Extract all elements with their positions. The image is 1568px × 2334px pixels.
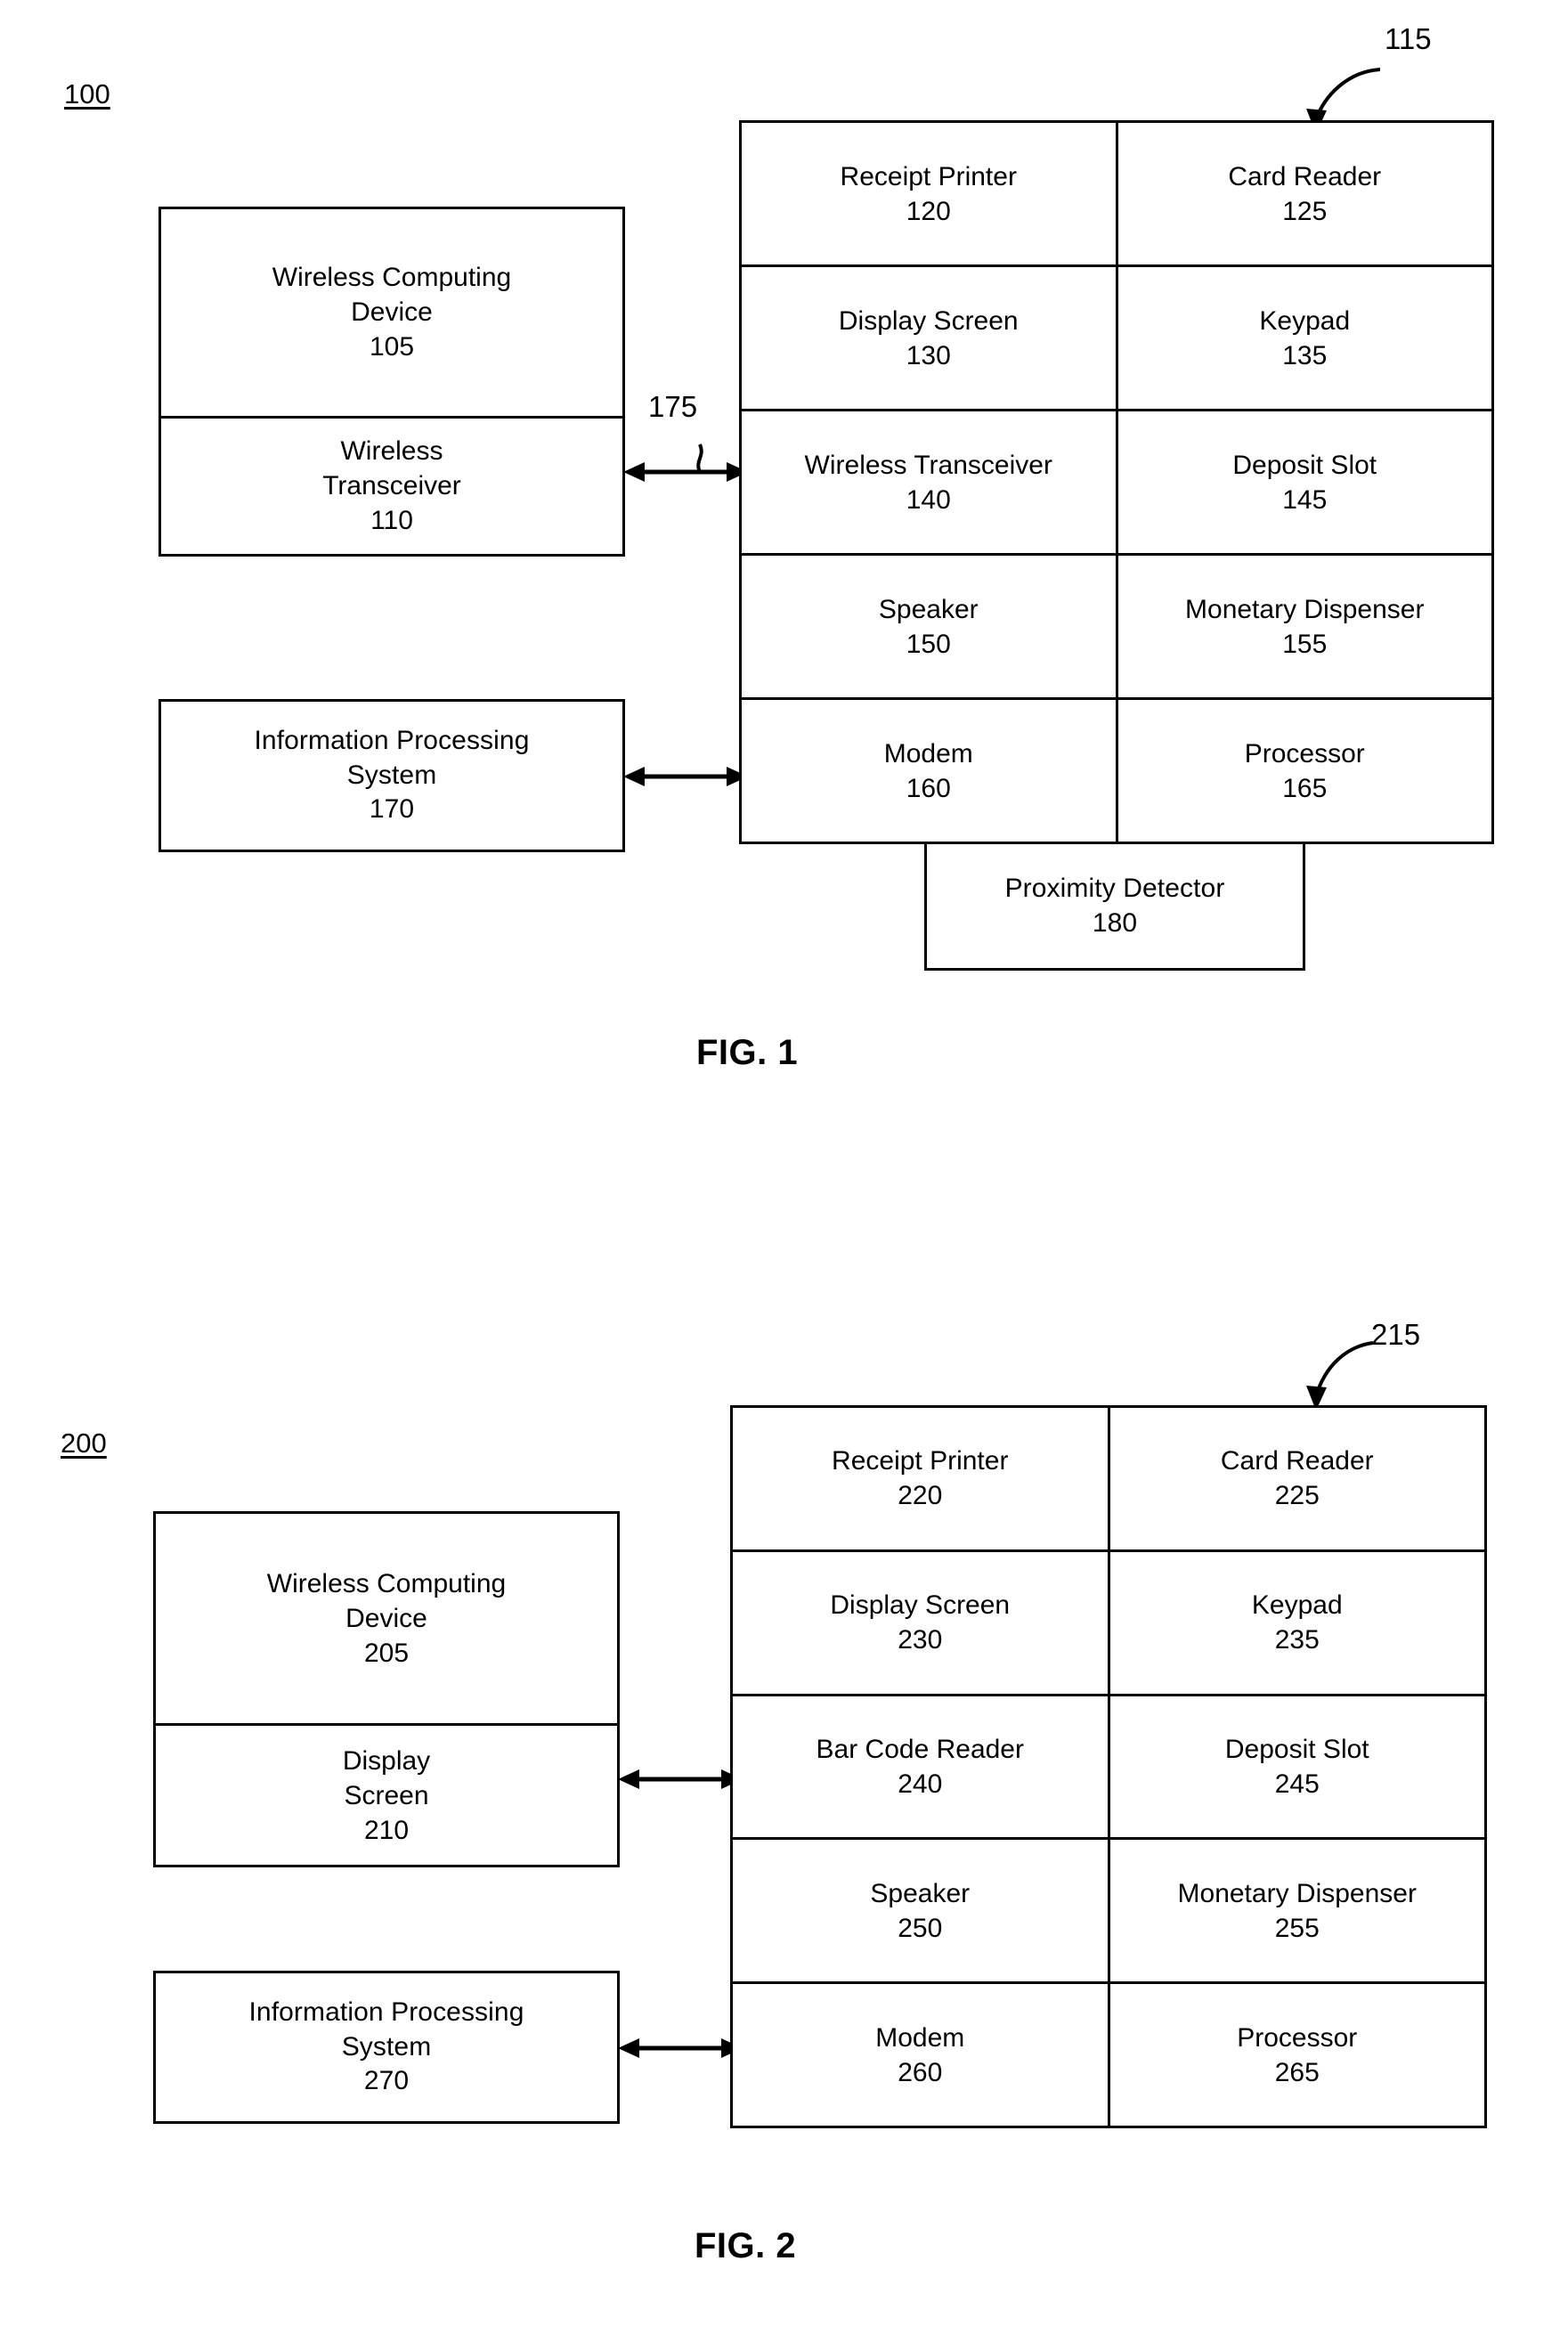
receipt-printer-ref-2: 220: [898, 1481, 943, 1511]
display-screen-cell-210: Display Screen 210: [156, 1723, 617, 1865]
display-screen-label-2: Display Screen: [830, 1590, 1011, 1621]
keypad-label-2: Keypad: [1251, 1590, 1343, 1621]
monetary-dispenser-cell-255: Monetary Dispenser 255: [1107, 1840, 1485, 1982]
grid2-row-4: Speaker 250 Monetary Dispenser 255: [733, 1837, 1485, 1982]
ips2-label-line-1: Information Processing: [248, 1997, 524, 2028]
keypad-cell-235: Keypad 235: [1107, 1551, 1485, 1694]
deposit-slot-ref-2: 245: [1274, 1769, 1320, 1799]
ips2-ref-270: 270: [363, 2066, 410, 2096]
wcd2-ref-205: 205: [363, 1639, 410, 1668]
ds2-ref-210: 210: [363, 1815, 410, 1845]
terminal-ref-215: 215: [1371, 1318, 1421, 1351]
processor-cell-265: Processor 265: [1107, 1984, 1485, 2126]
processor-label-2: Processor: [1237, 2022, 1358, 2053]
deposit-slot-cell-245: Deposit Slot 245: [1107, 1696, 1485, 1838]
speaker-cell-250: Speaker 250: [733, 1840, 1108, 1981]
system-ref-200: 200: [61, 1427, 107, 1459]
display-screen-ref-2: 230: [898, 1625, 943, 1655]
modem-label-2: Modem: [875, 2022, 965, 2053]
ips2-label-line-2: System: [341, 2031, 432, 2062]
modem-cell-260: Modem 260: [733, 1984, 1108, 2126]
figure-2-caption: FIG. 2: [695, 2226, 797, 2265]
ds2-label-line-1: Display: [342, 1745, 431, 1776]
grid2-row-2: Display Screen 230 Keypad 235: [733, 1549, 1484, 1694]
deposit-slot-label-2: Deposit Slot: [1224, 1734, 1369, 1764]
speaker-label-2: Speaker: [870, 1878, 971, 1908]
wcd2-label-line-1: Wireless Computing: [266, 1569, 507, 1598]
wireless-computing-device-cell-2: Wireless Computing Device 205: [156, 1514, 617, 1723]
figure-2: 200 215 Wireless Computing Device 205 Di…: [0, 0, 1568, 2334]
monetary-dispenser-label-2: Monetary Dispenser: [1177, 1878, 1417, 1908]
receipt-printer-label-2: Receipt Printer: [832, 1446, 1009, 1476]
ds2-label-line-2: Screen: [344, 1780, 429, 1810]
receipt-printer-cell-220: Receipt Printer 220: [733, 1408, 1108, 1549]
information-processing-system-box-270: Information Processing System 270: [153, 1971, 620, 2124]
processor-ref-2: 265: [1274, 2057, 1320, 2087]
wireless-computing-device-module-205: Wireless Computing Device 205 Display Sc…: [153, 1511, 620, 1867]
bar-code-reader-cell-240: Bar Code Reader 240: [733, 1696, 1108, 1838]
keypad-ref-2: 235: [1274, 1625, 1320, 1655]
grid2-row-1: Receipt Printer 220 Card Reader 225: [733, 1408, 1484, 1549]
card-reader-cell-225: Card Reader 225: [1107, 1408, 1485, 1549]
monetary-dispenser-ref-2: 255: [1274, 1913, 1320, 1943]
bar-code-reader-label: Bar Code Reader: [816, 1734, 1024, 1764]
terminal-component-grid-215: Receipt Printer 220 Card Reader 225 Disp…: [730, 1405, 1487, 2128]
grid2-row-5: Modem 260 Processor 265: [733, 1981, 1484, 2126]
card-reader-ref-2: 225: [1274, 1481, 1320, 1511]
grid2-row-3: Bar Code Reader 240 Deposit Slot 245: [733, 1693, 1485, 1838]
display-screen-cell-230: Display Screen 230: [733, 1552, 1108, 1694]
speaker-ref-2: 250: [898, 1913, 943, 1943]
bar-code-reader-ref: 240: [898, 1769, 943, 1799]
card-reader-label-2: Card Reader: [1220, 1446, 1374, 1476]
wcd2-label-line-2: Device: [345, 1604, 427, 1633]
modem-ref-2: 260: [898, 2057, 943, 2087]
